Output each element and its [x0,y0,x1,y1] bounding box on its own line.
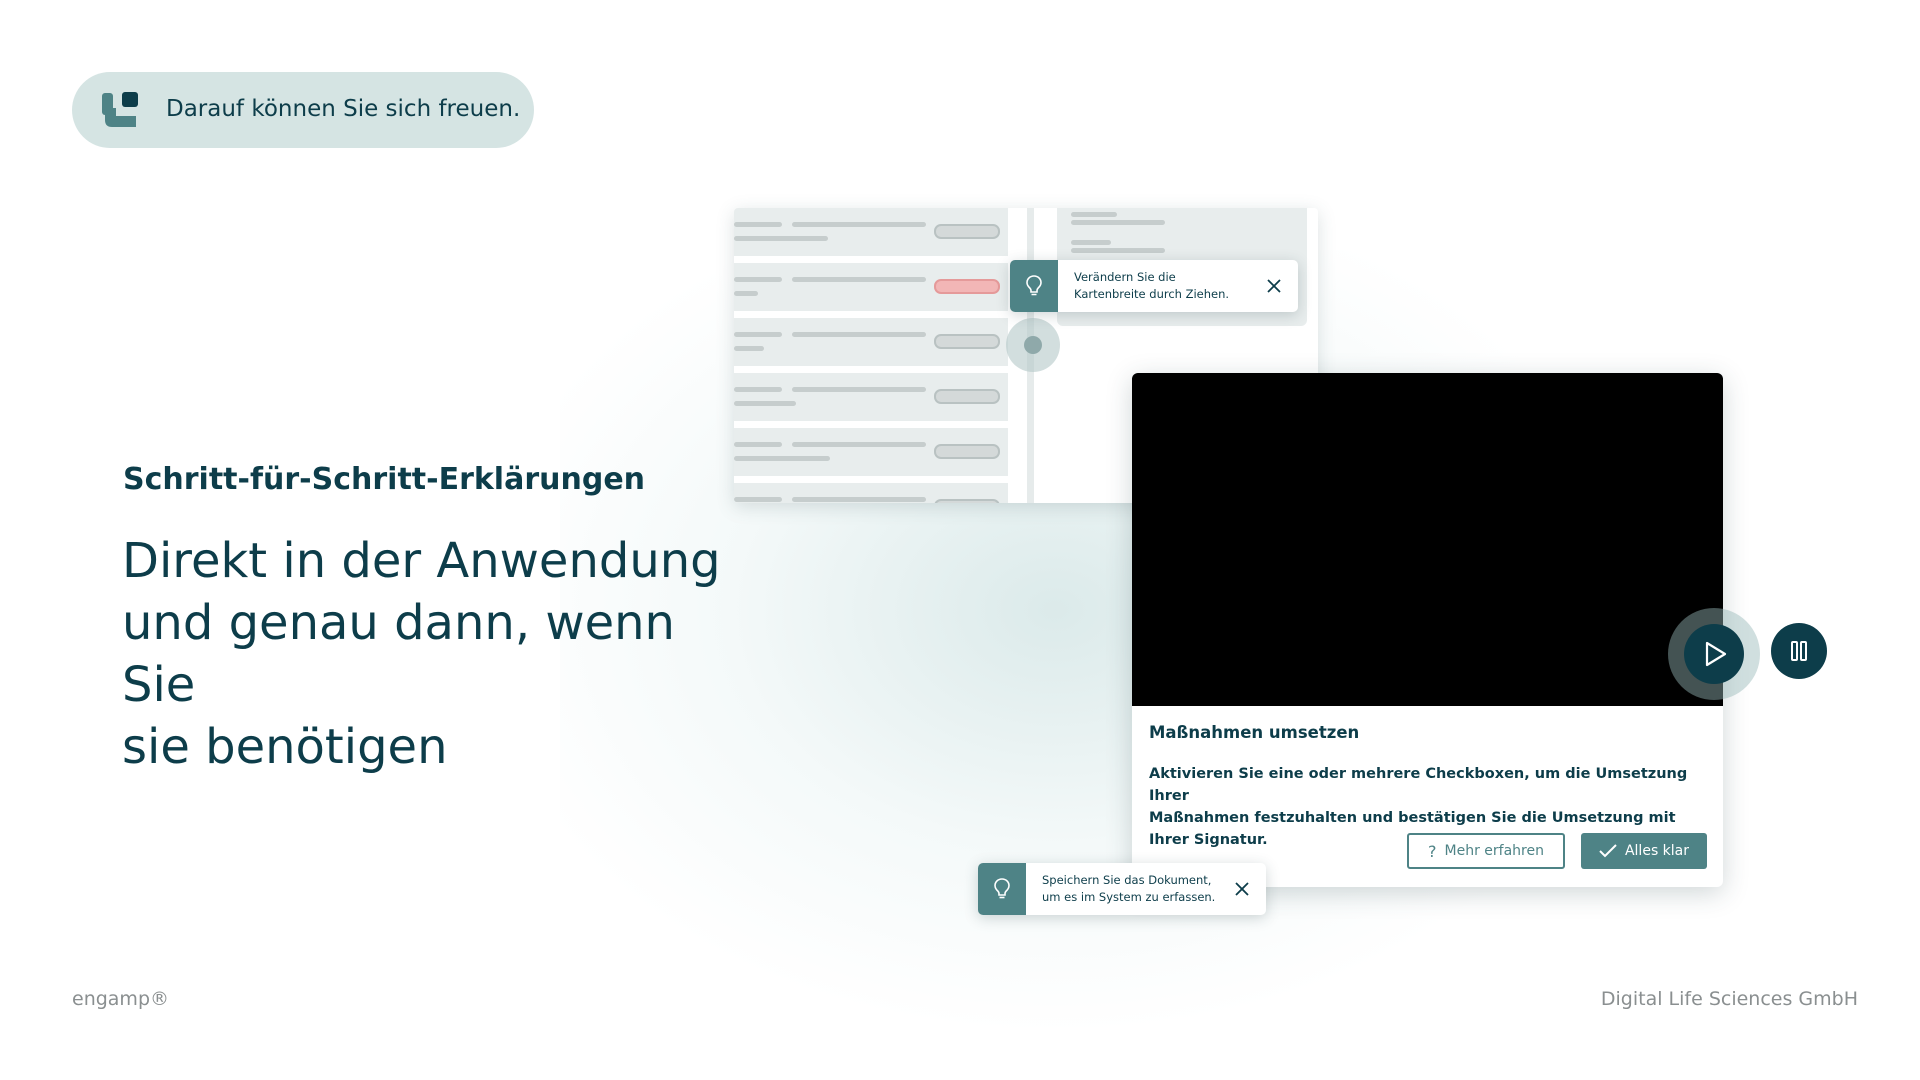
video-player[interactable] [1132,373,1723,706]
pause-icon [1791,641,1807,661]
list-item [734,318,1008,366]
checkmark-icon [1599,844,1617,858]
footer-company: Digital Life Sciences GmbH [1600,988,1858,1010]
list-item [734,208,1008,256]
status-tag [934,444,1000,459]
save-hint-tooltip: Speichern Sie das Dokument, um es im Sys… [978,863,1266,915]
tooltip-line: Kartenbreite durch Ziehen. [1074,287,1230,301]
tooltip-icon-box [978,863,1026,915]
headline-line: sie benötigen [122,719,448,775]
tooltip-text: Speichern Sie das Dokument, um es im Sys… [1042,872,1215,906]
badge-text: Darauf können Sie sich freuen. [166,96,521,122]
status-tag [934,499,1000,503]
tooltip-line: Speichern Sie das Dokument, [1042,873,1212,887]
intro-badge: Darauf können Sie sich freuen. [72,72,534,148]
tooltip-line: um es im System zu erfassen. [1042,890,1216,904]
tooltip-line: Verändern Sie die [1074,270,1176,284]
pause-button[interactable] [1771,623,1827,679]
footer-brand: engamp® [72,988,170,1010]
resize-hint-tooltip: Verändern Sie die Kartenbreite durch Zie… [1010,260,1298,312]
question-icon: ? [1428,841,1437,861]
list-item [734,483,1008,503]
tooltip-text: Verändern Sie die Kartenbreite durch Zie… [1074,269,1229,303]
section-subtitle: Schritt-für-Schritt-Erklärungen [123,462,646,497]
section-headline: Direkt in der Anwendung und genau dann, … [122,530,722,778]
play-icon [1705,641,1727,667]
learn-more-button[interactable]: ? Mehr erfahren [1407,833,1565,869]
play-button[interactable] [1684,624,1744,684]
lightbulb-icon [994,878,1010,899]
video-tutorial-card: Maßnahmen umsetzen Aktivieren Sie eine o… [1132,373,1723,887]
learn-more-label: Mehr erfahren [1444,843,1544,859]
description-line: Aktivieren Sie eine oder mehrere Checkbo… [1149,766,1688,804]
status-tag [934,224,1000,239]
got-it-label: Alles klar [1624,843,1690,859]
drag-handle-dot [1024,336,1042,354]
status-tag [934,334,1000,349]
list-item [734,373,1008,421]
tooltip-icon-box [1010,260,1058,312]
card-title: Maßnahmen umsetzen [1149,723,1360,742]
list-column [734,208,1008,503]
engamp-logo-icon [102,92,138,127]
list-item [734,428,1008,476]
status-tag-alert [934,279,1000,294]
close-icon[interactable] [1234,881,1250,897]
got-it-button[interactable]: Alles klar [1581,833,1707,869]
headline-line: und genau dann, wenn Sie [122,595,675,713]
status-tag [934,389,1000,404]
resize-drag-handle[interactable] [1006,318,1060,372]
lightbulb-icon [1026,275,1042,296]
headline-line: Direkt in der Anwendung [122,533,721,589]
list-item [734,263,1008,311]
close-icon[interactable] [1266,278,1282,294]
